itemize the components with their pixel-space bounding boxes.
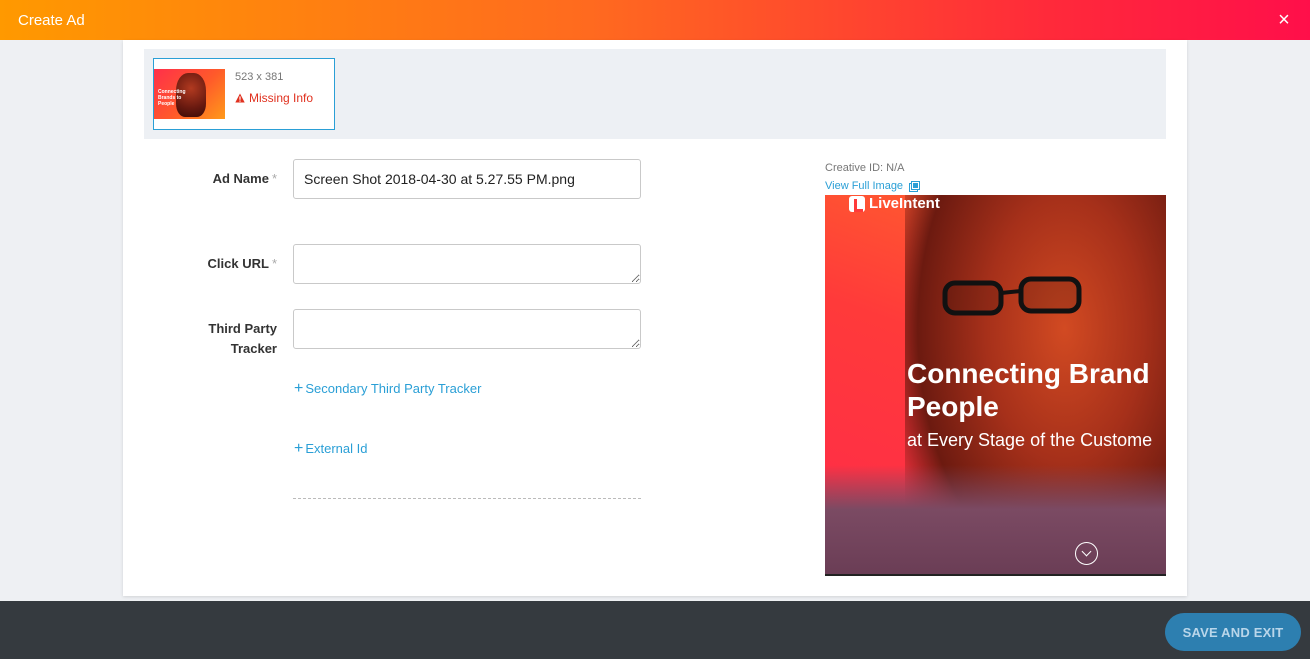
add-secondary-tracker-link[interactable]: + Secondary Third Party Tracker [294,380,482,397]
click-url-input[interactable] [293,244,641,284]
ad-name-input[interactable] [293,159,641,199]
creative-preview-image: LiveIntent Connecting Brand People at Ev… [825,195,1166,576]
preview-glasses [942,276,1082,316]
third-party-tracker-label-wrap: Third Party Tracker [163,319,277,359]
view-full-image-link[interactable]: View Full Image [825,180,921,192]
third-party-tracker-input[interactable] [293,309,641,349]
secondary-tracker-link-text: Secondary Third Party Tracker [305,381,482,396]
click-url-label-wrap: Click URL * [163,254,277,274]
ad-name-label: Ad Name * [213,169,277,189]
external-id-link-text: External Id [305,441,368,456]
add-external-id-link[interactable]: + External Id [294,440,368,457]
close-icon[interactable]: × [1274,10,1294,30]
modal-title: Create Ad [18,11,85,29]
thumbnail-strip: Connecting Brands to People 523 x 381 Mi… [144,49,1166,139]
preview-shirt [825,465,1166,574]
modal-header: Create Ad × [0,0,1310,40]
form-panel: Connecting Brands to People 523 x 381 Mi… [123,40,1187,596]
creative-id: Creative ID: N/A [825,162,905,174]
click-url-label: Click URL * [208,254,277,274]
plus-icon: + [294,380,304,397]
thumbnail-status: Missing Info [235,91,313,105]
external-link-icon [909,180,921,192]
modal-footer: SAVE AND EXIT [0,601,1310,659]
third-party-tracker-label: Third Party Tracker [208,319,277,359]
ad-name-label-wrap: Ad Name * [163,169,277,189]
liveintent-logo-icon [849,195,865,212]
creative-thumbnail-card[interactable]: Connecting Brands to People 523 x 381 Mi… [153,58,335,130]
thumbnail-size: 523 x 381 [235,71,284,83]
preview-headline: Connecting Brand People [907,357,1150,423]
preview-headline-line1: Connecting Brand [907,358,1150,389]
thumbnail-status-text: Missing Info [249,91,314,105]
save-and-exit-button[interactable]: SAVE AND EXIT [1165,613,1301,651]
click-url-label-text: Click URL [207,256,269,271]
chevron-down-icon [1075,542,1098,565]
preview-logo: LiveIntent [849,195,940,212]
preview-subheadline: at Every Stage of the Custome [907,430,1153,450]
third-party-tracker-label-line2: Tracker [230,341,277,356]
required-marker: * [271,256,277,271]
preview-headline-line2: People [907,391,999,422]
third-party-tracker-label-line1: Third Party [208,321,277,336]
required-marker: * [271,171,277,186]
section-divider [293,498,641,499]
plus-icon: + [294,440,304,457]
thumbnail-image-text: Connecting Brands to People [158,89,186,107]
ad-name-label-text: Ad Name [212,171,269,186]
warning-icon [235,93,245,103]
preview-logo-text: LiveIntent [869,195,940,212]
creative-thumbnail-image: Connecting Brands to People [154,69,225,119]
view-full-image-text: View Full Image [825,180,904,192]
